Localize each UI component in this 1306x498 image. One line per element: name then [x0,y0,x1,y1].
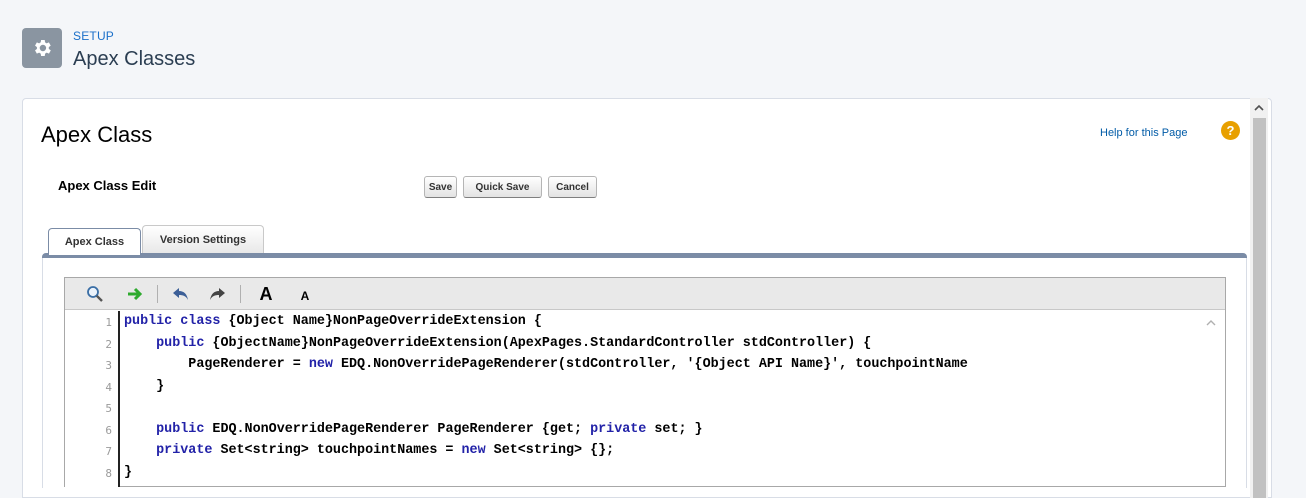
code-text: Set<string> {}; [485,443,615,458]
font-increase-button[interactable]: A [255,284,277,304]
code-text: set; } [646,421,703,437]
tab-apex-class[interactable]: Apex Class [48,228,141,255]
cancel-button[interactable]: Cancel [548,176,597,198]
code-text: Set<string> touchpointNames = [220,443,462,458]
line-number: 7 [105,445,112,458]
page-header: SETUP Apex Classes [0,0,1306,98]
code-keyword: private [124,443,221,458]
help-link[interactable]: Help for this Page [1100,127,1187,139]
line-number: 8 [105,466,112,480]
undo-icon[interactable] [170,284,192,304]
code-text: EDQ.NonOverridePageRenderer PageRenderer… [212,421,591,437]
code-line: public class {Object Name}NonPageOverrid… [124,314,542,329]
line-number: 6 [105,423,112,437]
setup-label[interactable]: SETUP [73,29,114,43]
line-number-gutter: 1 2 3 4 5 6 7 8 [65,311,120,487]
line-number: 3 [105,359,112,372]
quick-save-button[interactable]: Quick Save [463,176,542,198]
code-area[interactable]: public class {Object Name}NonPageOverrid… [124,311,1200,487]
code-line: PageRenderer = new EDQ.NonOverridePageRe… [124,357,968,372]
code-keyword: new [461,443,486,458]
code-keyword: public class [124,314,229,329]
question-icon[interactable]: ? [1221,121,1240,140]
page-title: Apex Classes [73,48,196,70]
code-text: PageRenderer = [124,357,309,372]
code-keyword: new [308,357,333,372]
code-keyword: private [590,421,647,437]
code-text: } [124,378,165,394]
code-text: } [124,464,133,480]
code-line: public EDQ.NonOverridePageRenderer PageR… [124,421,703,437]
code-text: EDQ.NonOverridePageRenderer(stdControlle… [332,357,968,372]
line-number: 1 [105,316,112,329]
toolbar-separator [240,285,241,303]
font-decrease-button[interactable]: A [295,286,315,306]
editor-toolbar [65,278,1225,310]
code-line: private Set<string> touchpointNames = ne… [124,443,614,458]
toolbar-separator [157,285,158,303]
scroll-up-icon[interactable] [1250,98,1268,116]
section-label: Apex Class Edit [58,178,157,193]
tab-version-settings[interactable]: Version Settings [142,225,264,253]
page-scrollbar-thumb[interactable] [1253,118,1266,498]
redo-icon[interactable] [206,284,228,304]
save-button[interactable]: Save [424,176,457,198]
arrow-right-icon[interactable] [124,284,146,304]
code-line: } [124,465,132,480]
code-line: } [124,379,164,394]
line-number: 2 [105,337,112,351]
line-number: 4 [105,380,112,394]
gear-icon [22,28,62,68]
code-scroll-up-icon[interactable] [1206,318,1216,329]
code-keyword: public [124,335,213,351]
code-keyword: public [124,421,213,437]
code-line: public {ObjectName}NonPageOverrideExtens… [124,336,871,351]
code-text: {ObjectName}NonPageOverrideExtension(Ape… [212,335,872,351]
code-text: {Object Name}NonPageOverrideExtension { [228,314,542,329]
page-heading: Apex Class [41,122,153,147]
search-icon[interactable] [84,284,106,304]
line-number: 5 [105,402,112,415]
